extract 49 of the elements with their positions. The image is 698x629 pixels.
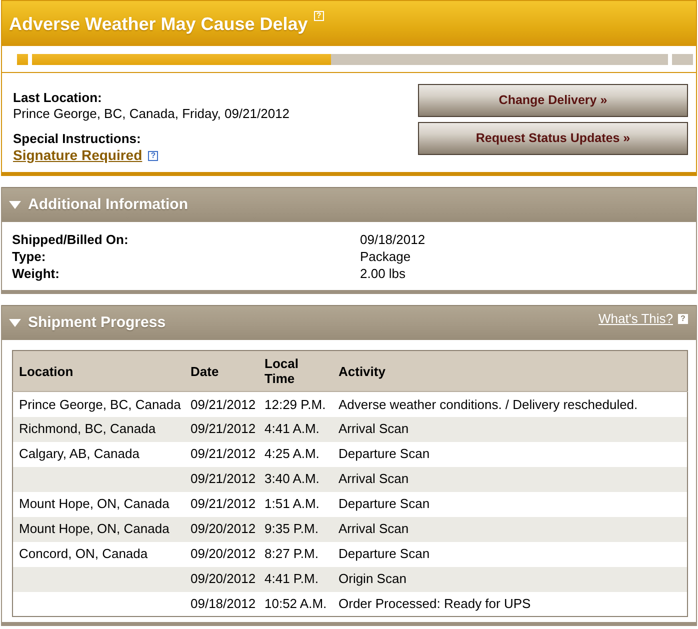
table-cell: Origin Scan: [332, 566, 688, 592]
table-cell: Mount Hope, ON, Canada: [12, 516, 184, 542]
table-cell: 09/18/2012: [184, 592, 258, 616]
collapse-triangle-icon[interactable]: [9, 319, 21, 327]
action-button[interactable]: Request Status Updates »: [418, 122, 688, 155]
info-value: Prince George, BC, Canada, Friday, 09/21/2012: [13, 106, 290, 121]
column-header: Activity: [332, 350, 688, 392]
table-cell: Mount Hope, ON, Canada: [12, 492, 184, 516]
table-cell: Prince George, BC, Canada: [12, 392, 184, 416]
column-header: Location: [12, 350, 184, 392]
table-cell: 3:40 A.M.: [258, 466, 332, 492]
detail-label: Weight:: [12, 266, 60, 281]
table-cell: 4:41 A.M.: [258, 416, 332, 442]
table-cell: Adverse weather conditions. / Delivery rescheduled.: [332, 392, 688, 416]
signature-link[interactable]: Signature Required: [13, 147, 142, 164]
section-title: Shipment Progress: [28, 312, 166, 333]
detail-value: 2.00 lbs: [360, 266, 406, 281]
help-icon[interactable]: ?: [678, 314, 688, 324]
detail-label: Shipped/Billed On:: [12, 232, 128, 247]
column-header: Local Time: [258, 350, 332, 392]
table-cell: 4:41 P.M.: [258, 566, 332, 592]
column-header: Date: [184, 350, 258, 392]
info-label: Special Instructions:: [13, 131, 141, 146]
table-cell: 9:35 P.M.: [258, 516, 332, 542]
action-button[interactable]: Change Delivery »: [418, 84, 688, 117]
table-cell: 09/20/2012: [184, 566, 258, 592]
table-cell: Departure Scan: [332, 492, 688, 516]
table-cell: Arrival Scan: [332, 516, 688, 542]
table-cell: Concord, ON, Canada: [12, 542, 184, 566]
table-cell: Arrival Scan: [332, 416, 688, 442]
help-link[interactable]: What's This?: [598, 311, 673, 327]
table-cell: Departure Scan: [332, 442, 688, 466]
detail-label: Type:: [12, 249, 46, 264]
help-icon[interactable]: ?: [148, 150, 158, 160]
table-cell: Departure Scan: [332, 542, 688, 566]
table-cell: 10:52 A.M.: [258, 592, 332, 616]
table-cell: 09/20/2012: [184, 516, 258, 542]
table-cell: Order Processed: Ready for UPS: [332, 592, 688, 616]
table-cell: 09/21/2012: [184, 466, 258, 492]
detail-value: Package: [360, 249, 411, 264]
table-cell: Arrival Scan: [332, 466, 688, 492]
collapse-triangle-icon[interactable]: [9, 201, 21, 209]
section-title: Additional Information: [28, 194, 188, 215]
table-cell: 09/21/2012: [184, 416, 258, 442]
table-cell: Richmond, BC, Canada: [12, 416, 184, 442]
alert-title: Adverse Weather May Cause Delay: [9, 12, 308, 34]
table-cell: Calgary, AB, Canada: [12, 442, 184, 466]
info-label: Last Location:: [13, 90, 102, 105]
detail-value: 09/18/2012: [360, 232, 426, 247]
